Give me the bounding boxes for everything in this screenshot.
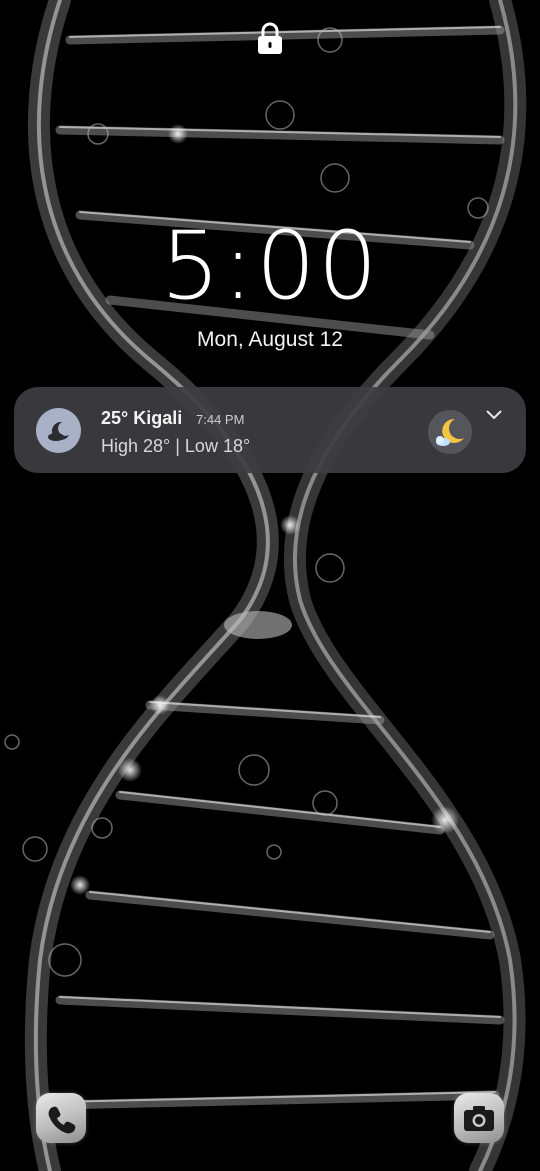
moon-cloud-icon [36,408,81,453]
phone-shortcut-button[interactable] [36,1093,86,1143]
padlock-icon [258,22,282,54]
weather-high-low: High 28° | Low 18° [101,436,251,456]
lock-clock: 5:00 [160,212,380,321]
dna-wallpaper [4,0,527,1171]
weather-temp-city: 25° Kigali [101,408,183,428]
crescent-moon-cloud-icon [428,410,472,454]
chevron-down-icon[interactable] [484,407,504,421]
phone-icon [48,1106,76,1134]
camera-icon [464,1106,494,1131]
lock-date: Mon, August 12 [197,328,343,351]
camera-shortcut-button[interactable] [454,1093,504,1143]
notification-time: 7:44 PM [196,412,245,427]
lock-screen: 5:00 Mon, August 12 25° Kigali 7:44 PM H… [0,0,540,1171]
weather-notification[interactable]: 25° Kigali 7:44 PM High 28° | Low 18° [14,387,526,473]
